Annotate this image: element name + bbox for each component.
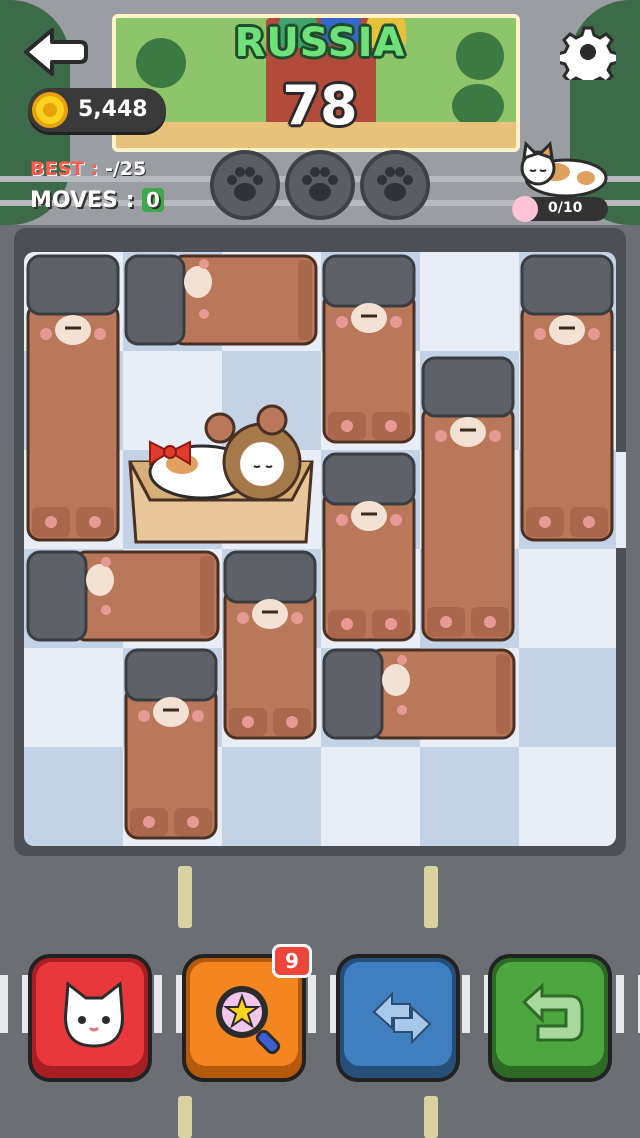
coin-count: 5,448 [78,97,148,122]
best-value: -/25 [104,158,147,180]
bear-block-vertical[interactable] [320,450,418,644]
bear-block-vertical[interactable] [320,252,418,446]
lane-mark [424,1096,438,1138]
paw-icon [377,167,413,201]
back-button[interactable] [22,26,88,78]
cat-progress-text: 0/10 [548,200,583,216]
moves-value: 0 [142,188,164,212]
moves-counter: MOVES : 0 [30,188,164,213]
best-score: BEST : -/25 [30,158,146,180]
paw-star-slot [360,150,430,220]
bear-block-vertical[interactable] [24,252,122,544]
paw-star-slot [210,150,280,220]
shuffle-button[interactable] [336,954,460,1082]
cat-button[interactable] [28,954,152,1082]
paw-star-slot [285,150,355,220]
magnifier-star-icon [216,986,281,1055]
paw-icon [302,167,338,201]
best-label: BEST : [30,158,99,180]
undo-button[interactable] [488,954,612,1082]
paw-icon [227,167,263,201]
cat-paw-badge-icon [512,196,538,222]
coin-icon [32,92,68,128]
bear-block-horizontal[interactable] [320,646,518,742]
bear-block-vertical[interactable] [122,646,220,842]
moves-label: MOVES : [30,188,135,213]
undo-arrow-icon [521,982,584,1042]
board-exit [616,452,626,548]
bear-block-vertical[interactable] [221,548,319,742]
bear-block-horizontal[interactable] [122,252,320,348]
lane-mark [178,1096,192,1138]
lane-mark [178,866,192,928]
sleeping-cat-icon [516,138,612,200]
gear-icon [556,26,620,90]
bear-block-vertical[interactable] [419,354,517,644]
settings-button[interactable] [556,24,620,90]
cat-in-box-target[interactable] [122,402,320,548]
level-name: RUSSIA [234,20,406,66]
lane-mark [424,866,438,928]
hint-count-badge: 9 [272,944,312,978]
back-arrow-icon [24,28,88,76]
bear-block-horizontal[interactable] [24,548,222,644]
shuffle-arrows-icon [372,991,432,1045]
cat-face-icon [64,981,124,1048]
bear-block-vertical[interactable] [518,252,616,544]
